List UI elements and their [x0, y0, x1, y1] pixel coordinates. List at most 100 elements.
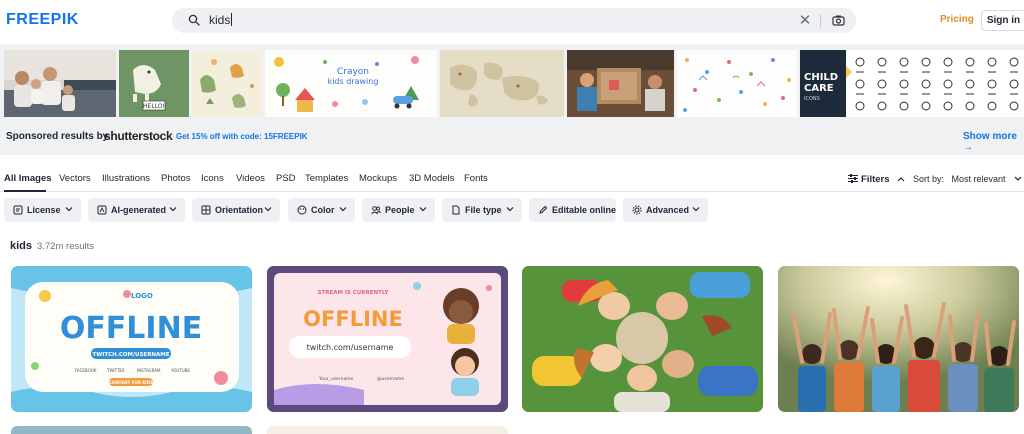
- sign-in-button[interactable]: Sign in: [981, 10, 1024, 31]
- chip-color[interactable]: Color: [288, 198, 355, 222]
- ai-icon: [97, 205, 107, 215]
- chip-orientation-label: Orientation: [215, 205, 264, 215]
- dino-pattern-image: [192, 50, 262, 117]
- tab-photos[interactable]: Photos: [161, 173, 191, 184]
- card2-handle-1: Your_username: [318, 376, 354, 382]
- orientation-icon: [201, 205, 211, 215]
- tab-icons[interactable]: Icons: [201, 173, 224, 184]
- chip-editable-online[interactable]: Editable online: [529, 198, 616, 222]
- chevron-down-icon: [419, 207, 427, 212]
- pricing-link[interactable]: Pricing: [940, 14, 974, 25]
- card1-url: TWITCH.COM/USERNAME: [92, 352, 169, 358]
- tab-videos[interactable]: Videos: [236, 173, 265, 184]
- sponsored-thumb-doodles[interactable]: [677, 50, 797, 117]
- filters-button[interactable]: Filters: [848, 174, 905, 185]
- tab-psd[interactable]: PSD: [276, 173, 296, 184]
- people-icon: [371, 206, 381, 215]
- crayon-title-1: Crayon: [337, 67, 369, 77]
- kids-hands-photo: [778, 266, 1019, 412]
- card1-social-2: TWITTER: [106, 368, 125, 373]
- tab-illustrations[interactable]: Illustrations: [102, 173, 150, 184]
- filters-label: Filters: [861, 174, 890, 185]
- palette-icon: [297, 205, 307, 215]
- search-divider: [820, 14, 821, 28]
- chip-file-type-label: File type: [465, 205, 502, 215]
- chevron-down-icon: [264, 207, 272, 212]
- offline-purple-image: STREAM IS CURRENTLY OFFLINE twitch.com/u…: [267, 266, 508, 412]
- sliders-icon: [848, 174, 858, 183]
- chip-license[interactable]: License: [4, 198, 81, 222]
- top-header: FREEPIK kids ✕ Pricing Sign in: [0, 0, 1024, 42]
- freepik-logo[interactable]: FREEPIK: [6, 11, 79, 29]
- tab-fonts[interactable]: Fonts: [464, 173, 488, 184]
- chevron-up-icon: [897, 177, 905, 182]
- card1-social-4: YOUTUBE: [170, 368, 190, 373]
- sort-by-value: Most relevant: [951, 174, 1006, 184]
- sort-by-dropdown[interactable]: Sort by: Most relevant: [913, 174, 1022, 184]
- childcare-icons-image: CHILD CARE ICONS: [800, 50, 1024, 117]
- chevron-down-icon: [1014, 176, 1022, 181]
- result-card-kids-hands[interactable]: [778, 266, 1019, 412]
- search-icon: [188, 14, 200, 26]
- chip-ai-generated[interactable]: AI-generated: [88, 198, 185, 222]
- result-card-kids-circle[interactable]: [522, 266, 763, 412]
- text-caret: [231, 13, 233, 26]
- card1-footer: CONTENT FOR KIDS: [109, 380, 153, 385]
- chip-file-type[interactable]: File type: [442, 198, 522, 222]
- tab-templates[interactable]: Templates: [305, 173, 348, 184]
- file-icon: [452, 205, 460, 215]
- results-count: 3.72m results: [37, 241, 95, 252]
- chip-advanced-label: Advanced: [646, 205, 690, 215]
- sponsored-thumb-crayon[interactable]: Crayon kids drawing: [265, 50, 437, 117]
- card1-logo: LOGO: [131, 292, 153, 300]
- chip-people[interactable]: People: [362, 198, 435, 222]
- chip-orientation[interactable]: Orientation: [192, 198, 280, 222]
- card2-title: OFFLINE: [303, 307, 403, 331]
- clear-search-icon[interactable]: ✕: [798, 8, 812, 33]
- tab-vectors[interactable]: Vectors: [59, 173, 91, 184]
- doodle-pattern-image: [677, 50, 797, 117]
- world-map-image: [440, 50, 564, 117]
- result-card-offline-blue[interactable]: LOGO OFFLINE TWITCH.COM/USERNAME FACEBOO…: [11, 266, 252, 412]
- results-query: kids: [10, 240, 33, 252]
- sponsored-section: HELLO! Crayon kids drawing CHILD CARE IC…: [0, 44, 1024, 155]
- shutterstock-logo[interactable]: shutterstock: [104, 129, 173, 143]
- result-card-row2-2[interactable]: [267, 426, 508, 434]
- card2-handle-2: @username: [377, 376, 404, 382]
- sponsored-thumb-dino[interactable]: HELLO!: [119, 50, 189, 117]
- childcare-sub: ICONS: [804, 96, 820, 102]
- tab-all-images[interactable]: All Images: [4, 173, 52, 184]
- card1-title: OFFLINE: [60, 311, 202, 346]
- result-card-offline-purple[interactable]: STREAM IS CURRENTLY OFFLINE twitch.com/u…: [267, 266, 508, 412]
- chip-color-label: Color: [311, 205, 335, 215]
- search-bar[interactable]: kids ✕: [172, 8, 856, 33]
- chip-editable-label: Editable online: [552, 205, 617, 215]
- sponsored-offer-link[interactable]: Get 15% off with code: 15FREEPIK: [176, 132, 308, 141]
- chevron-down-icon: [65, 207, 73, 212]
- camera-icon[interactable]: [832, 14, 845, 27]
- show-more-link[interactable]: Show more →: [963, 131, 1024, 153]
- hello-sign: HELLO!: [143, 103, 165, 110]
- chip-advanced[interactable]: Advanced: [623, 198, 708, 222]
- search-input[interactable]: kids: [209, 13, 233, 27]
- chevron-down-icon: [169, 207, 177, 212]
- sponsored-label: Sponsored results by: [6, 131, 109, 142]
- crayon-drawing-image: Crayon kids drawing: [265, 50, 437, 117]
- dino-illustration: HELLO!: [119, 50, 189, 117]
- sponsored-thumb-childcare[interactable]: CHILD CARE ICONS: [800, 50, 1024, 117]
- childcare-title-2: CARE: [804, 83, 834, 94]
- card2-kicker: STREAM IS CURRENTLY: [318, 290, 390, 296]
- active-tab-underline: [4, 190, 46, 192]
- card1-social-3: INSTAGRAM: [137, 368, 161, 373]
- chevron-down-icon: [506, 207, 514, 212]
- sponsored-thumb-kids-box[interactable]: [567, 50, 674, 117]
- kids-circle-photo: [522, 266, 763, 412]
- sponsored-thumb-map[interactable]: [440, 50, 564, 117]
- result-card-row2-1[interactable]: [11, 426, 252, 434]
- tab-mockups[interactable]: Mockups: [359, 173, 397, 184]
- chip-ai-label: AI-generated: [111, 205, 167, 215]
- tab-3d-models[interactable]: 3D Models: [409, 173, 454, 184]
- sponsored-thumb-family[interactable]: [4, 50, 116, 117]
- category-tabs: All Images Vectors Illustrations Photos …: [0, 170, 1024, 192]
- sponsored-thumb-dino-pattern[interactable]: [192, 50, 262, 117]
